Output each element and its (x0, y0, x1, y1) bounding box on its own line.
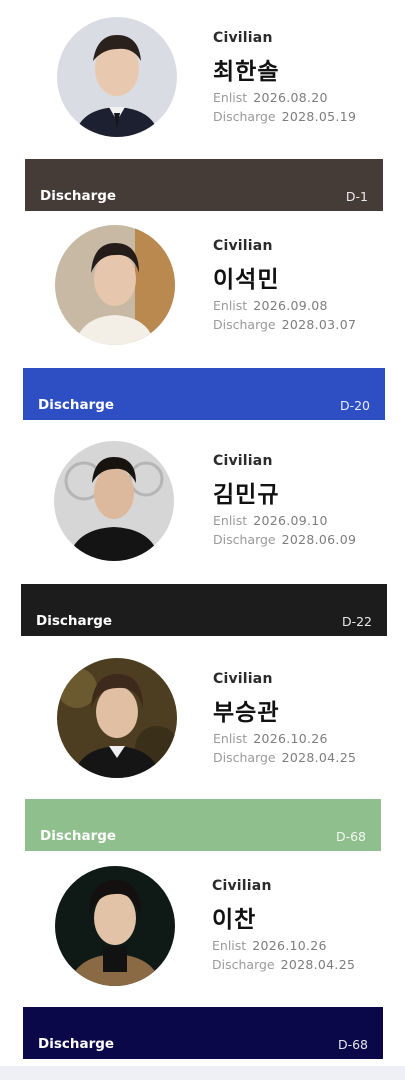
member-name: 이찬 (212, 907, 257, 933)
discharge-row: Discharge 2028.05.19 (213, 109, 356, 124)
status-label: Civilian (213, 671, 273, 687)
enlist-label: Enlist (213, 513, 248, 528)
member-name: 김민규 (213, 482, 280, 508)
d-day-count: D-20 (339, 398, 370, 413)
discharge-label: Discharge (212, 957, 275, 972)
discharge-bar[interactable]: Discharge D-20 (23, 368, 385, 420)
enlist-row: Enlist 2026.10.26 (212, 938, 355, 953)
member-info: Civilian 이찬 Enlist 2026.10.26 Discharge 20… (212, 878, 355, 972)
discharge-label: Discharge (213, 109, 276, 124)
discharge-bar[interactable]: Discharge D-68 (23, 1007, 383, 1059)
discharge-bar-label: Discharge (36, 613, 113, 629)
d-day-count: D-22 (341, 614, 372, 629)
avatar (57, 17, 177, 137)
enlist-row: Enlist 2026.09.08 (213, 298, 356, 313)
member-info: Civilian 최한솔 Enlist 2026.08.20 Discharge 2… (213, 30, 356, 124)
discharge-row: Discharge 2028.04.25 (212, 957, 355, 972)
discharge-label: Discharge (213, 317, 276, 332)
discharge-bar-label: Discharge (38, 397, 115, 413)
member-name: 최한솔 (213, 59, 280, 85)
member-info: Civilian 김민규 Enlist 2026.09.10 Discharge 2… (213, 453, 356, 547)
discharge-bar[interactable]: Discharge D-22 (21, 584, 387, 636)
discharge-row: Discharge 2028.04.25 (213, 750, 356, 765)
discharge-label: Discharge (213, 532, 276, 547)
discharge-row: Discharge 2028.03.07 (213, 317, 356, 332)
enlist-date: 2026.10.26 (252, 938, 327, 953)
enlist-row: Enlist 2026.09.10 (213, 513, 356, 528)
discharge-date: 2028.05.19 (281, 109, 357, 124)
enlist-label: Enlist (212, 938, 247, 953)
discharge-bar[interactable]: Discharge D-68 (25, 799, 381, 851)
avatar (55, 225, 175, 345)
status-label: Civilian (212, 878, 272, 894)
avatar (54, 441, 174, 561)
enlist-label: Enlist (213, 731, 248, 746)
discharge-date: 2028.06.09 (281, 532, 357, 547)
discharge-bar-label: Discharge (38, 1036, 115, 1052)
status-label: Civilian (213, 30, 273, 46)
status-label: Civilian (213, 453, 273, 469)
enlist-label: Enlist (213, 298, 248, 313)
enlist-date: 2026.09.10 (253, 513, 328, 528)
d-day-count: D-68 (337, 1037, 368, 1052)
status-label: Civilian (213, 238, 273, 254)
enlist-row: Enlist 2026.08.20 (213, 90, 356, 105)
discharge-bar-label: Discharge (40, 828, 117, 844)
enlist-label: Enlist (213, 90, 248, 105)
enlist-row: Enlist 2026.10.26 (213, 731, 356, 746)
discharge-row: Discharge 2028.06.09 (213, 532, 356, 547)
member-info: Civilian 이석민 Enlist 2026.09.08 Discharge 2… (213, 238, 356, 332)
d-day-count: D-68 (335, 829, 366, 844)
discharge-date: 2028.04.25 (280, 957, 356, 972)
enlist-date: 2026.10.26 (253, 731, 328, 746)
member-info: Civilian 부승관 Enlist 2026.10.26 Discharge 2… (213, 671, 356, 765)
avatar (55, 866, 175, 986)
discharge-date: 2028.04.25 (281, 750, 357, 765)
member-name: 부승관 (213, 700, 280, 726)
d-day-count: D-1 (345, 189, 368, 204)
enlist-date: 2026.09.08 (253, 298, 328, 313)
avatar (57, 658, 177, 778)
bottom-strip (0, 1066, 405, 1080)
enlist-date: 2026.08.20 (253, 90, 328, 105)
discharge-bar[interactable]: Discharge D-1 (25, 159, 383, 211)
discharge-date: 2028.03.07 (281, 317, 357, 332)
member-name: 이석민 (213, 267, 280, 293)
discharge-bar-label: Discharge (40, 188, 117, 204)
discharge-label: Discharge (213, 750, 276, 765)
